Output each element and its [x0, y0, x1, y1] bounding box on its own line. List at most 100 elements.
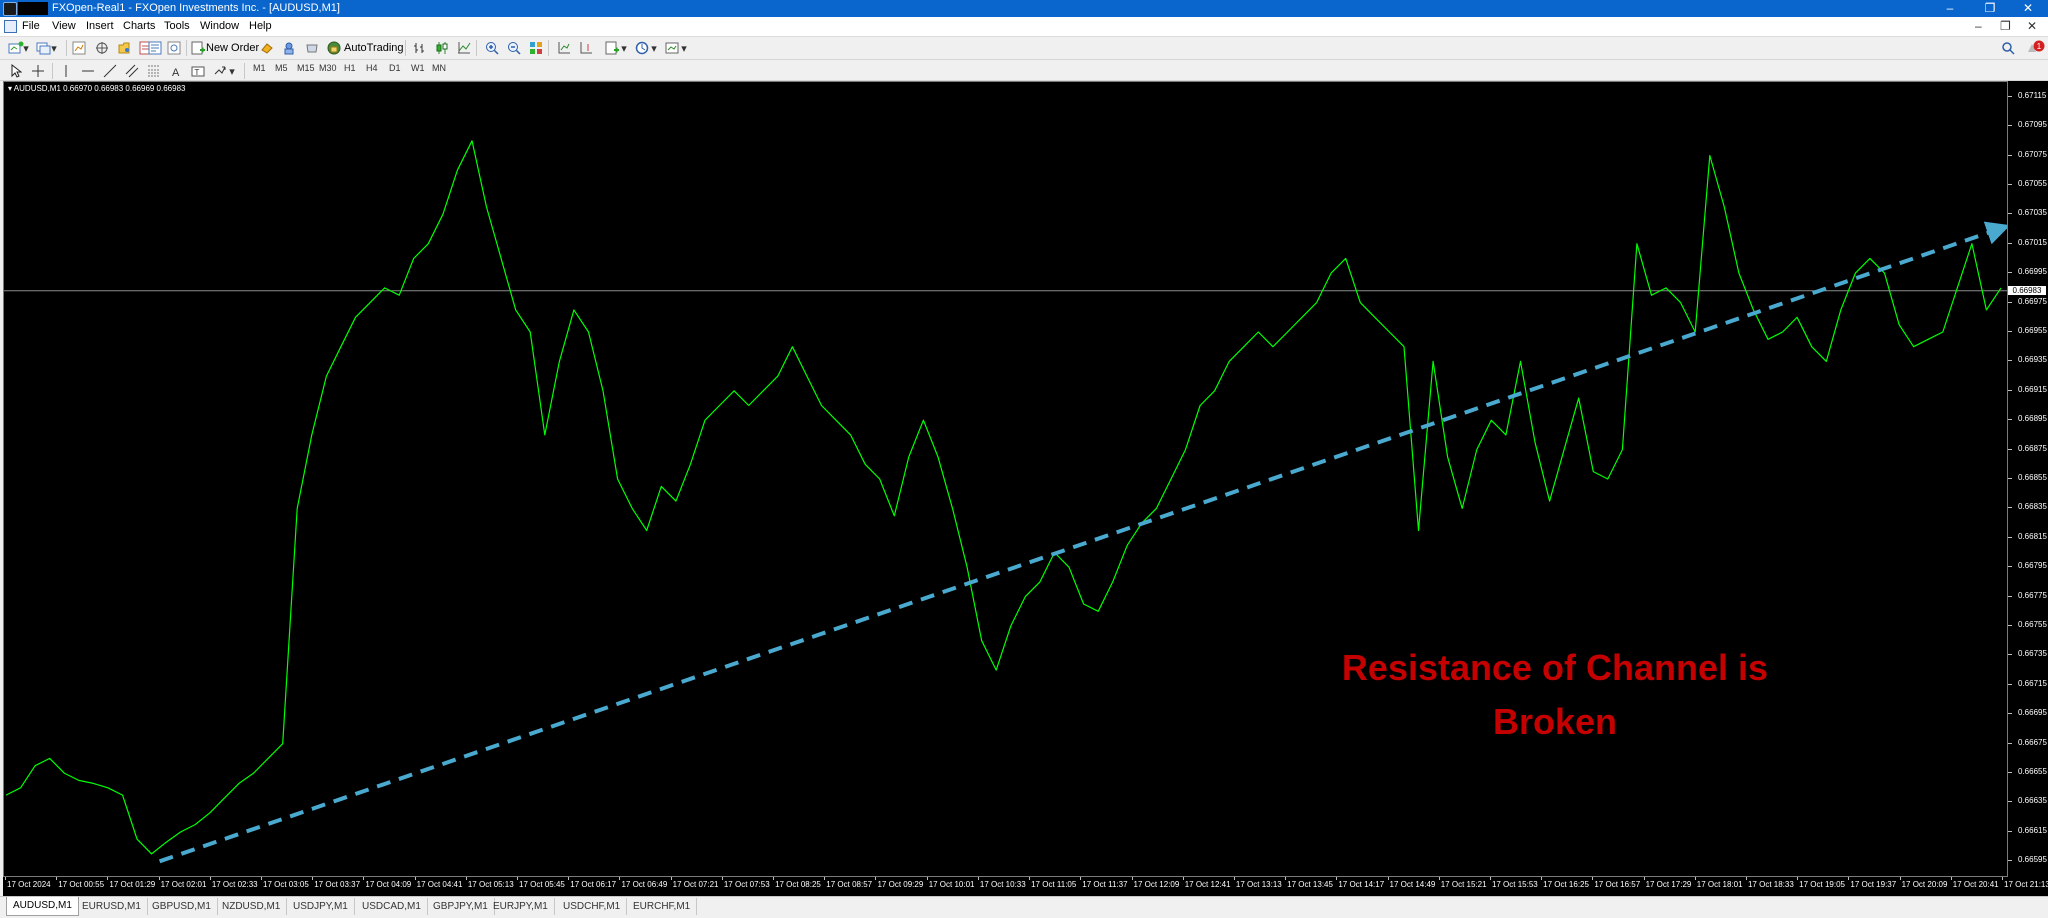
periods-icon[interactable] — [634, 40, 650, 56]
chart-tab[interactable]: EURCHF,M1 — [627, 898, 698, 915]
chart-window-icon[interactable] — [4, 20, 17, 33]
menu-window[interactable]: Window — [200, 20, 239, 32]
vertical-line-icon[interactable] — [58, 63, 74, 79]
trend-arrow[interactable] — [158, 221, 2007, 864]
chart-tab[interactable]: GBPJPY,M1 — [427, 898, 495, 915]
time-axis-label: 17 Oct 01:29 — [109, 880, 156, 889]
search-icon[interactable] — [2000, 40, 2016, 56]
timeframe-h4[interactable]: H4 — [366, 63, 378, 73]
label-icon[interactable]: T — [190, 63, 206, 79]
mdi-minimize-button[interactable]: – — [1975, 19, 1982, 33]
auto-scroll-icon[interactable] — [556, 40, 572, 56]
minimize-button[interactable]: – — [1930, 0, 1970, 17]
price-axis-label: 0.66895 — [2018, 414, 2047, 424]
data-window-icon[interactable] — [94, 40, 110, 56]
strategy-tester-icon[interactable] — [166, 40, 182, 56]
time-axis-label: 17 Oct 11:05 — [1031, 880, 1077, 889]
zoom-out-icon[interactable] — [506, 40, 522, 56]
arrows-icon[interactable] — [212, 63, 228, 79]
mdi-close-button[interactable]: ✕ — [2027, 19, 2037, 33]
bar-chart-icon[interactable] — [412, 40, 428, 56]
chart-tab[interactable]: AUDUSD,M1 — [6, 897, 79, 916]
chart-tab[interactable]: EURUSD,M1 — [76, 898, 148, 915]
autotrading-icon[interactable] — [326, 40, 342, 56]
horizontal-line-icon[interactable] — [80, 63, 96, 79]
price-axis-tick — [2008, 566, 2012, 568]
chart-tab[interactable]: USDJPY,M1 — [287, 898, 355, 915]
chevron-down-icon[interactable]: ▾ — [680, 40, 688, 56]
market-watch-icon[interactable] — [71, 40, 87, 56]
chart-tab[interactable]: USDCAD,M1 — [356, 898, 428, 915]
time-axis-label: 17 Oct 04:09 — [365, 880, 412, 889]
tile-windows-icon[interactable] — [528, 40, 544, 56]
signals-icon[interactable] — [281, 40, 297, 56]
timeframe-m30[interactable]: M30 — [319, 63, 337, 73]
time-axis-tick — [363, 877, 365, 880]
menu-charts[interactable]: Charts — [123, 20, 155, 32]
menu-help[interactable]: Help — [249, 20, 272, 32]
chart-annotation[interactable]: Resistance of Channel is Broken — [1290, 641, 1820, 749]
timeframe-h1[interactable]: H1 — [344, 63, 356, 73]
timeframe-mn[interactable]: MN — [432, 63, 446, 73]
chart-shift-icon[interactable] — [578, 40, 594, 56]
chart-tab[interactable]: NZDUSD,M1 — [216, 898, 288, 915]
time-axis-tick — [773, 877, 775, 880]
line-chart-icon[interactable] — [456, 40, 472, 56]
time-axis-label: 17 Oct 08:25 — [775, 880, 821, 889]
chart-tab[interactable]: USDCHF,M1 — [557, 898, 628, 915]
time-axis-tick — [209, 877, 211, 880]
time-axis-label: 17 Oct 00:55 — [58, 880, 105, 889]
trendline-icon[interactable] — [102, 63, 118, 79]
price-axis-tick — [2008, 654, 2012, 656]
menu-tools[interactable]: Tools — [164, 20, 190, 32]
text-icon[interactable]: A — [168, 63, 184, 79]
price-axis-label: 0.66795 — [2018, 561, 2047, 571]
chevron-down-icon[interactable]: ▾ — [620, 40, 628, 56]
new-order-icon[interactable] — [190, 40, 206, 56]
menu-view[interactable]: View — [52, 20, 76, 32]
market-icon[interactable] — [304, 40, 320, 56]
chevron-down-icon[interactable]: ▾ — [22, 40, 30, 56]
zoom-in-icon[interactable] — [484, 40, 500, 56]
timeframe-d1[interactable]: D1 — [389, 63, 401, 73]
price-axis-label: 0.66955 — [2018, 325, 2047, 335]
metaeditor-icon[interactable] — [259, 40, 275, 56]
notifications-icon[interactable]: 1 — [2026, 40, 2046, 56]
annotation-line-1: Resistance of Channel is — [1341, 647, 1769, 688]
time-axis-tick — [1541, 877, 1543, 880]
menu-file[interactable]: File — [22, 20, 40, 32]
price-axis-tick — [2008, 95, 2012, 97]
time-axis-tick — [1694, 877, 1696, 880]
navigator-icon[interactable] — [116, 40, 132, 56]
chevron-down-icon[interactable]: ▾ — [50, 40, 58, 56]
crosshair-icon[interactable] — [30, 63, 46, 79]
timeframe-m15[interactable]: M15 — [297, 63, 315, 73]
menu-insert[interactable]: Insert — [86, 20, 114, 32]
app-icon[interactable] — [3, 2, 17, 16]
time-axis-label: 17 Oct 02:01 — [160, 880, 207, 889]
close-button[interactable]: ✕ — [2008, 0, 2048, 17]
time-axis-tick — [875, 877, 877, 880]
autotrading-button[interactable]: AutoTrading — [344, 42, 404, 54]
templates-icon[interactable] — [664, 40, 680, 56]
mdi-restore-button[interactable]: ❐ — [2000, 19, 2011, 33]
chevron-down-icon[interactable]: ▾ — [650, 40, 658, 56]
new-order-button[interactable]: New Order — [206, 42, 259, 54]
fibonacci-icon[interactable] — [146, 63, 162, 79]
candlestick-chart-icon[interactable] — [434, 40, 450, 56]
chart-tab[interactable]: EURJPY,M1 — [487, 898, 555, 915]
time-axis-label: 17 Oct 17:29 — [1645, 880, 1692, 889]
tester-icon[interactable] — [147, 40, 163, 56]
price-axis-label: 0.66855 — [2018, 473, 2047, 482]
price-axis-tick — [2008, 860, 2012, 862]
timeframe-m5[interactable]: M5 — [275, 63, 288, 73]
timeframe-m1[interactable]: M1 — [253, 63, 266, 73]
chart-tab[interactable]: GBPUSD,M1 — [146, 898, 218, 915]
chevron-down-icon[interactable]: ▾ — [228, 63, 236, 79]
channel-icon[interactable] — [124, 63, 140, 79]
restore-button[interactable]: ❐ — [1970, 0, 2010, 17]
indicators-icon[interactable] — [604, 40, 620, 56]
timeframe-w1[interactable]: W1 — [411, 63, 425, 73]
cursor-icon[interactable] — [8, 63, 24, 79]
chart-area[interactable]: ▾ AUDUSD,M1 0.66970 0.66983 0.66969 0.66… — [3, 81, 2008, 877]
